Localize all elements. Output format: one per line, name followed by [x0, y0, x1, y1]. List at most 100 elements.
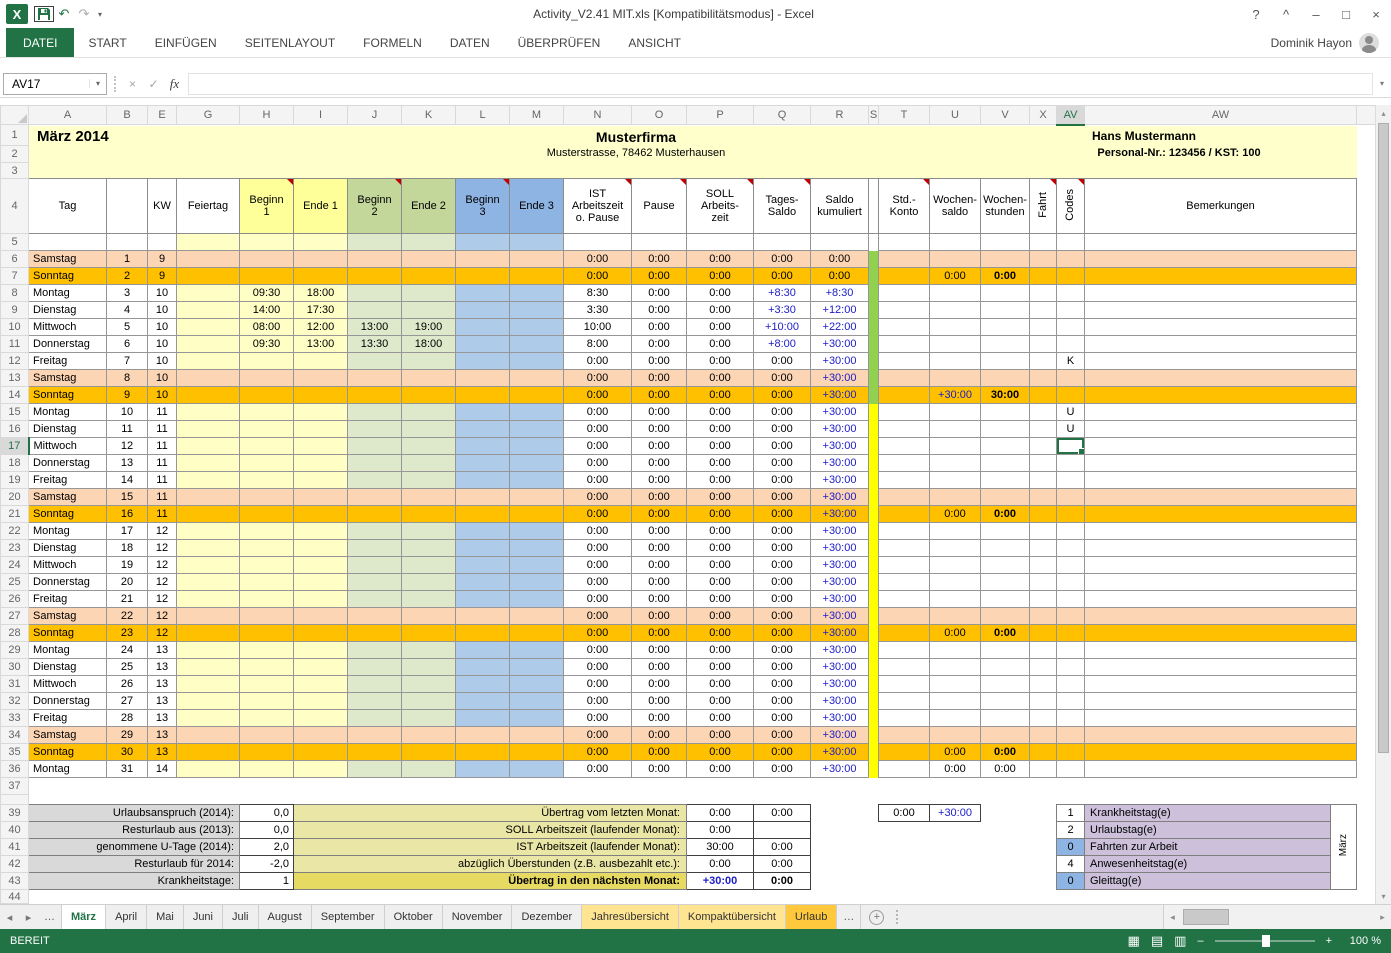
cell-ende2[interactable]: [402, 353, 456, 370]
cell-tages-saldo[interactable]: 0:00: [754, 404, 811, 421]
cell-kw[interactable]: 11: [148, 404, 177, 421]
cell-wochen-saldo[interactable]: 0:00: [930, 506, 981, 523]
cell-beginn1[interactable]: [240, 404, 294, 421]
summary-mid-value2[interactable]: 0:00: [754, 805, 811, 822]
cell-ist[interactable]: 0:00: [564, 557, 632, 574]
cell-saldo-kumuliert[interactable]: +30:00: [811, 676, 869, 693]
header-std-konto[interactable]: Std.- Konto: [879, 179, 930, 234]
cell-ende3[interactable]: [510, 438, 564, 455]
scroll-down-icon[interactable]: ▾: [1376, 888, 1391, 904]
cell-ende3[interactable]: [510, 455, 564, 472]
cell-bemerkungen[interactable]: [1085, 268, 1357, 285]
cell-ist[interactable]: 0:00: [564, 608, 632, 625]
summary-left-value[interactable]: -2,0: [240, 856, 294, 873]
cell-beginn1[interactable]: [240, 472, 294, 489]
cell-fahrt[interactable]: [1030, 676, 1057, 693]
cell-ist[interactable]: 0:00: [564, 676, 632, 693]
cell-ende2[interactable]: [402, 744, 456, 761]
row-header[interactable]: 18: [1, 455, 29, 472]
cell-date[interactable]: 14: [107, 472, 148, 489]
cell-pause[interactable]: 0:00: [632, 472, 687, 489]
cell-beginn1[interactable]: [240, 438, 294, 455]
cell-ist[interactable]: 10:00: [564, 319, 632, 336]
cell-kw[interactable]: 11: [148, 421, 177, 438]
cell-ende2[interactable]: [402, 506, 456, 523]
cell-day[interactable]: Sonntag: [29, 268, 107, 285]
summary-left-label[interactable]: Resturlaub aus (2013):: [29, 822, 240, 839]
cell-fahrt[interactable]: [1030, 540, 1057, 557]
cell-day[interactable]: Montag: [29, 404, 107, 421]
cell-pause[interactable]: 0:00: [632, 659, 687, 676]
summary-mid-value2[interactable]: 0:00: [754, 839, 811, 856]
sheet-tab-mrz[interactable]: März: [62, 905, 106, 929]
cell-kw[interactable]: 11: [148, 438, 177, 455]
cell-code[interactable]: [1057, 625, 1085, 642]
cell-feiertag[interactable]: [177, 710, 240, 727]
cell-beginn2[interactable]: [348, 370, 402, 387]
cell-ist[interactable]: 0:00: [564, 625, 632, 642]
cell-soll[interactable]: 0:00: [687, 268, 754, 285]
cell-pause[interactable]: 0:00: [632, 727, 687, 744]
cell-saldo-kumuliert[interactable]: 0:00: [811, 251, 869, 268]
cell-beginn1[interactable]: [240, 421, 294, 438]
cell-wochen-stunden[interactable]: [981, 591, 1030, 608]
cell-feiertag[interactable]: [177, 574, 240, 591]
cell-pause[interactable]: 0:00: [632, 268, 687, 285]
cell-kw[interactable]: 11: [148, 489, 177, 506]
cell-date[interactable]: 11: [107, 421, 148, 438]
legend-count[interactable]: 2: [1057, 822, 1085, 839]
cell-wochen-saldo[interactable]: 0:00: [930, 625, 981, 642]
cell-saldo-kumuliert[interactable]: +30:00: [811, 693, 869, 710]
horizontal-scrollbar[interactable]: ◂ ▸: [1163, 905, 1391, 929]
cell-ende1[interactable]: [294, 744, 348, 761]
cell-beginn1[interactable]: [240, 744, 294, 761]
cell-wochen-stunden[interactable]: 0:00: [981, 744, 1030, 761]
cell-beginn1[interactable]: [240, 676, 294, 693]
cell-beginn3[interactable]: [456, 438, 510, 455]
cell-bemerkungen[interactable]: [1085, 710, 1357, 727]
cell-wochen-saldo[interactable]: [930, 591, 981, 608]
cell-ende2[interactable]: [402, 608, 456, 625]
cell-code[interactable]: [1057, 370, 1085, 387]
cell-beginn2[interactable]: [348, 523, 402, 540]
cell-tages-saldo[interactable]: 0:00: [754, 421, 811, 438]
row-header[interactable]: 8: [1, 285, 29, 302]
formula-expand-icon[interactable]: ▾: [1373, 79, 1391, 88]
cell-ende1[interactable]: [294, 353, 348, 370]
cell-beginn1[interactable]: [240, 251, 294, 268]
cell-saldo-kumuliert[interactable]: +8:30: [811, 285, 869, 302]
col-header-i[interactable]: I: [294, 106, 348, 125]
cell-fahrt[interactable]: [1030, 421, 1057, 438]
sheet-tab-overflow-left[interactable]: …: [38, 905, 62, 929]
ribbon-display-button[interactable]: ^: [1271, 2, 1301, 26]
cell-beginn3[interactable]: [456, 693, 510, 710]
cell-pause[interactable]: 0:00: [632, 302, 687, 319]
zoom-in-icon[interactable]: +: [1326, 935, 1332, 947]
cell-day[interactable]: Dienstag: [29, 421, 107, 438]
cell-day[interactable]: Donnerstag: [29, 455, 107, 472]
cell-saldo-kumuliert[interactable]: +30:00: [811, 421, 869, 438]
cell-feiertag[interactable]: [177, 353, 240, 370]
row-header[interactable]: 21: [1, 506, 29, 523]
cell-saldo-kumuliert[interactable]: +30:00: [811, 387, 869, 404]
summary-mid-value2[interactable]: 0:00: [754, 873, 811, 890]
cell-feiertag[interactable]: [177, 336, 240, 353]
cell-beginn1[interactable]: [240, 761, 294, 778]
row-header[interactable]: 24: [1, 557, 29, 574]
cell-std-konto[interactable]: [879, 625, 930, 642]
cell-wochen-stunden[interactable]: [981, 438, 1030, 455]
row-header[interactable]: 31: [1, 676, 29, 693]
cell-wochen-saldo[interactable]: +30:00: [930, 387, 981, 404]
cell-fahrt[interactable]: [1030, 710, 1057, 727]
cell-feiertag[interactable]: [177, 523, 240, 540]
header-saldo-indicator[interactable]: [869, 179, 879, 234]
cell-feiertag[interactable]: [177, 693, 240, 710]
cell-wochen-stunden[interactable]: [981, 302, 1030, 319]
cell-ist[interactable]: 0:00: [564, 727, 632, 744]
cell-date[interactable]: 20: [107, 574, 148, 591]
cell-kw[interactable]: 12: [148, 540, 177, 557]
cell-ende2[interactable]: [402, 727, 456, 744]
cell-pause[interactable]: 0:00: [632, 676, 687, 693]
ribbon-tab-start[interactable]: START: [74, 28, 140, 57]
cell-ende2[interactable]: [402, 761, 456, 778]
